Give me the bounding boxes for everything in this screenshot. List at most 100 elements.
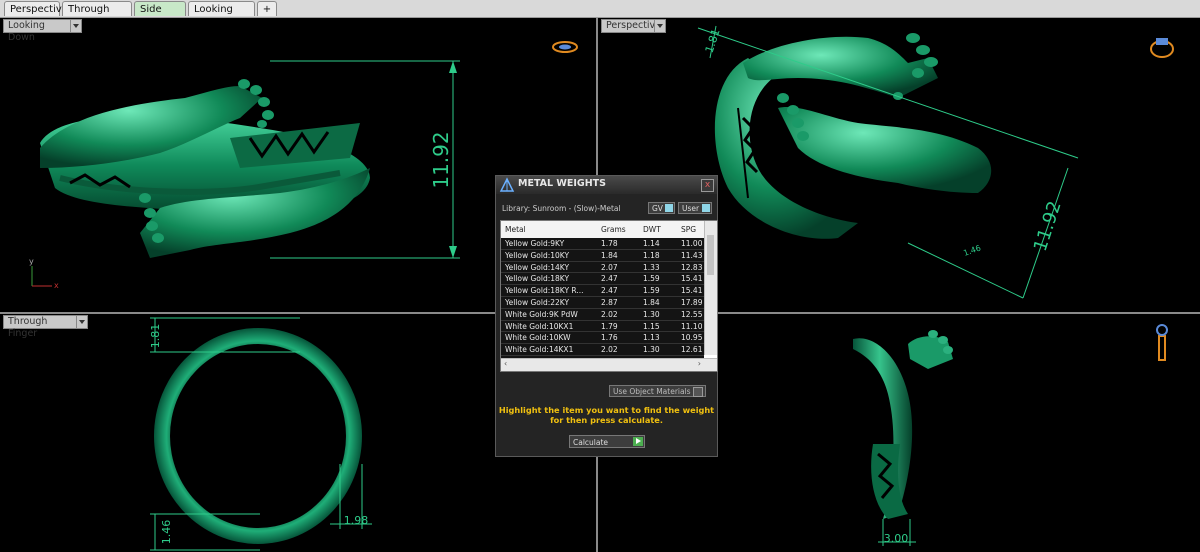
view-tab-bar: Perspective Through Finger Side View Loo… — [0, 0, 1200, 30]
cell-dwt: 1.33 — [643, 262, 660, 272]
column-header-grams[interactable]: Grams — [601, 225, 626, 234]
add-tab-button[interactable]: + — [257, 1, 277, 16]
table-row[interactable]: White Gold:9K PdW 2.02 1.30 12.55 — [501, 308, 704, 321]
cell-metal: Yellow Gold:18KY — [505, 274, 570, 284]
cell-metal: Yellow Gold:14KY — [505, 262, 570, 272]
hint-text: Highlight the item you want to find the … — [496, 405, 717, 425]
cell-metal: Yellow Gold:9KY — [505, 239, 565, 248]
cell-spg: 12.61 — [681, 345, 703, 355]
cell-dwt: 1.59 — [643, 274, 660, 284]
cell-grams: 1.84 — [601, 250, 618, 260]
cell-grams: 2.07 — [601, 262, 618, 272]
view-orientation-icon[interactable] — [550, 38, 580, 56]
table-row[interactable]: Yellow Gold:9KY 1.78 1.14 11.00 — [501, 238, 704, 250]
table-header: Metal Grams DWT SPG — [501, 221, 717, 239]
cell-spg: 12.83 — [681, 262, 703, 272]
column-header-dwt[interactable]: DWT — [643, 225, 661, 234]
cell-spg: 15.41 — [681, 274, 703, 284]
gv-label: GV — [652, 204, 663, 213]
viewport-label[interactable]: Looking Down — [3, 19, 71, 43]
dimension-label: 1.81 — [703, 27, 723, 54]
axis-y-label: y — [29, 257, 34, 266]
cell-spg: 11.10 — [681, 321, 703, 331]
table-row[interactable]: Yellow Gold:10KY 1.84 1.18 11.43 — [501, 249, 704, 262]
library-label: Library: Sunroom - (Slow)-Metal — [502, 204, 621, 213]
dimension-label: 1.46 — [160, 520, 173, 545]
viewport-label[interactable]: Perspective — [601, 19, 661, 33]
cell-dwt: 1.14 — [643, 239, 660, 248]
hint-line-1: Highlight the item you want to find the … — [498, 405, 715, 415]
dimension-label: 3.00 — [884, 532, 909, 545]
tab-side-view[interactable]: Side View — [134, 1, 186, 30]
cell-spg: 15.41 — [681, 286, 703, 296]
dimension-label: 11.92 — [1030, 199, 1066, 254]
table-row[interactable]: White Gold:10KW 1.76 1.13 10.95 — [501, 332, 704, 345]
metal-weights-table[interactable]: Metal Grams DWT SPG Yellow Gold:9KY 1.78 1… — [500, 220, 718, 372]
table-row[interactable]: Yellow Gold:22KY 2.87 1.84 17.89 — [501, 297, 704, 309]
cell-grams: 1.76 — [601, 333, 618, 343]
axis-x-label: x — [54, 281, 59, 290]
user-toggle-button[interactable]: User — [678, 202, 712, 214]
cell-spg: 11.00 — [681, 239, 703, 248]
column-header-metal[interactable]: Metal — [505, 225, 526, 234]
checkbox-icon — [693, 387, 703, 397]
scale-icon — [499, 177, 515, 192]
user-label: User — [682, 204, 700, 213]
table-row[interactable]: White Gold:10KX1 1.79 1.15 11.10 — [501, 320, 704, 333]
cell-spg: 10.95 — [681, 333, 703, 343]
cell-dwt: 1.15 — [643, 321, 660, 331]
tab-through-finger[interactable]: Through Finger — [62, 1, 132, 30]
cell-spg: 17.89 — [681, 298, 703, 307]
cell-metal: White Gold:9K PdW — [505, 309, 578, 319]
cell-metal: White Gold:14KX1 — [505, 345, 574, 355]
viewport-menu-dropdown[interactable] — [70, 19, 82, 33]
cell-dwt: 1.18 — [643, 250, 660, 260]
gv-toggle-button[interactable]: GV — [648, 202, 675, 214]
dimension-label: 1.98 — [344, 514, 369, 527]
calculate-label: Calculate — [573, 438, 609, 447]
table-row[interactable]: White Gold:14KX1 2.02 1.30 12.61 — [501, 344, 704, 356]
cell-metal: Yellow Gold:18KY R... — [505, 286, 584, 296]
cell-dwt: 1.13 — [643, 333, 660, 343]
use-object-materials-label: Use Object Materials — [613, 387, 691, 396]
close-icon[interactable]: x — [701, 179, 714, 192]
dimension-label: 1.81 — [149, 324, 162, 349]
view-orientation-icon[interactable] — [1148, 36, 1178, 60]
cell-dwt: 1.84 — [643, 298, 660, 307]
calculate-button[interactable]: Calculate — [569, 435, 645, 448]
dialog-title-bar[interactable]: METAL WEIGHTS x — [496, 176, 717, 194]
cell-metal: Yellow Gold:22KY — [505, 298, 570, 307]
hint-line-2: for then press calculate. — [550, 415, 663, 425]
viewport-menu-dropdown[interactable] — [76, 315, 88, 329]
viewport-menu-dropdown[interactable] — [654, 19, 666, 33]
cell-metal: White Gold:10KX1 — [505, 321, 574, 331]
table-row[interactable]: Yellow Gold:18KY 2.47 1.59 15.41 — [501, 273, 704, 286]
table-row[interactable]: Yellow Gold:14KY 2.07 1.33 12.83 — [501, 261, 704, 274]
tab-perspective[interactable]: Perspective — [4, 1, 68, 16]
tab-looking-down[interactable]: Looking Down — [188, 1, 255, 30]
viewport-label[interactable]: Through Finger — [3, 315, 79, 339]
use-object-materials-checkbox[interactable]: Use Object Materials — [609, 385, 706, 397]
cell-grams: 2.47 — [601, 274, 618, 284]
cell-metal: White Gold:10KW — [505, 333, 571, 343]
play-icon — [633, 437, 643, 446]
dimension-label: 11.92 — [429, 131, 453, 188]
table-horizontal-scrollbar[interactable]: ‹ › — [501, 358, 717, 371]
cell-grams: 1.78 — [601, 239, 618, 248]
cell-grams: 2.47 — [601, 286, 618, 296]
column-header-spg[interactable]: SPG — [681, 225, 696, 234]
cell-grams: 2.02 — [601, 345, 618, 355]
cell-spg: 12.55 — [681, 309, 703, 319]
cell-dwt: 1.59 — [643, 286, 660, 296]
dialog-title: METAL WEIGHTS — [518, 178, 606, 189]
cell-dwt: 1.30 — [643, 345, 660, 355]
table-row[interactable]: Yellow Gold:18KY R... 2.47 1.59 15.41 — [501, 285, 704, 297]
cell-metal: Yellow Gold:10KY — [505, 250, 570, 260]
dimension-label: 1.46 — [962, 243, 982, 258]
cell-dwt: 1.30 — [643, 309, 660, 319]
table-vertical-scrollbar[interactable] — [704, 221, 717, 355]
cell-grams: 2.02 — [601, 309, 618, 319]
cell-spg: 11.43 — [681, 250, 703, 260]
view-orientation-icon[interactable] — [1150, 322, 1174, 364]
cell-grams: 2.87 — [601, 298, 618, 307]
